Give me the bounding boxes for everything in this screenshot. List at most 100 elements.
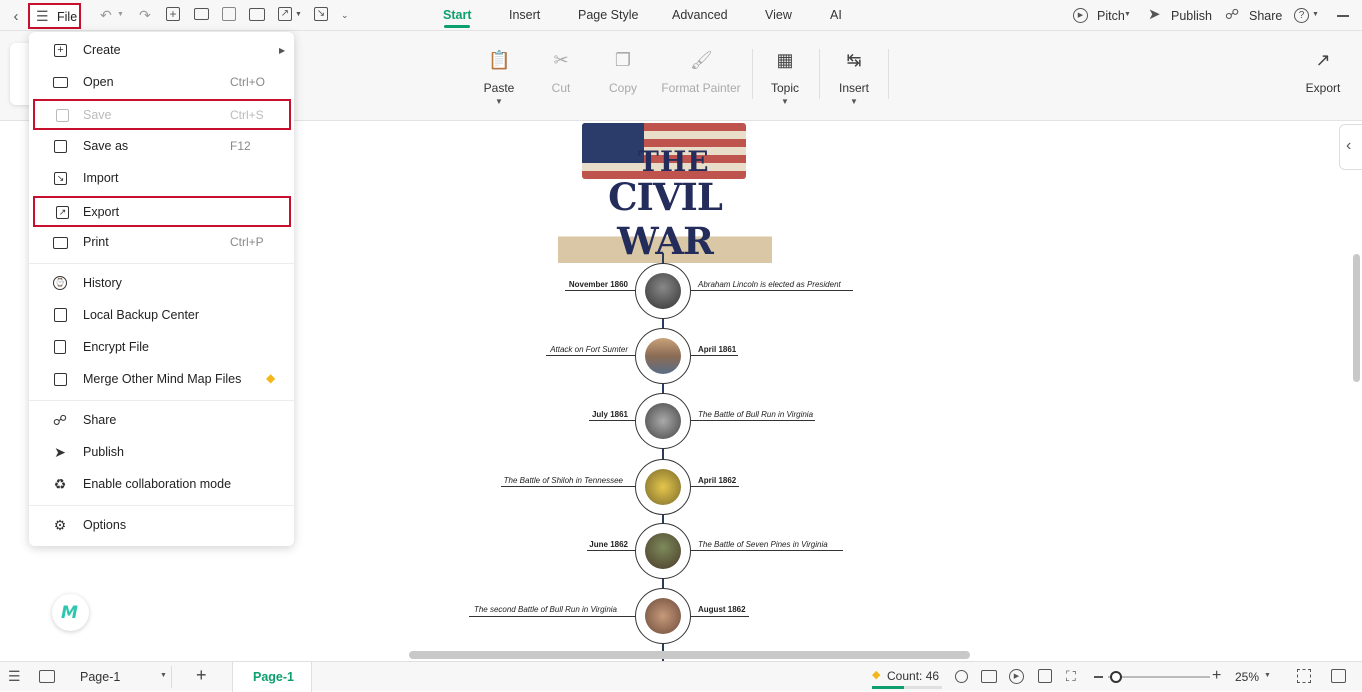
- menu-item-label: Print: [83, 235, 109, 249]
- zoom-in-icon[interactable]: +: [1212, 667, 1221, 685]
- export-ribbon-button[interactable]: ↗ Export: [1302, 49, 1344, 95]
- tab-advanced[interactable]: Advanced: [672, 0, 728, 31]
- event-date[interactable]: April 1862: [698, 476, 758, 485]
- top-toolbar: ‹ ☰ File ↶ ▼ ↷ + ↗ ▼ ↘ ⌄ Start Insert Pa…: [0, 0, 1362, 31]
- timeline-node[interactable]: [635, 523, 691, 579]
- event-description[interactable]: The second Battle of Bull Run in Virgini…: [462, 605, 617, 614]
- menu-item-label: Export: [83, 205, 120, 219]
- print-icon[interactable]: [249, 8, 265, 21]
- copy-icon: ❐: [614, 50, 632, 70]
- menu-item-open[interactable]: Open Ctrl+O: [29, 66, 294, 98]
- menu-item-options[interactable]: ⚙ Options: [29, 509, 294, 541]
- menu-item-label: Enable collaboration mode: [83, 477, 232, 491]
- connector-line: [565, 290, 635, 291]
- fullscreen-fit-icon[interactable]: ⛶: [1066, 669, 1076, 683]
- zoom-slider-handle[interactable]: [1110, 671, 1122, 683]
- event-date[interactable]: August 1862: [698, 605, 758, 614]
- timeline-node[interactable]: [635, 588, 691, 644]
- right-panel-toggle[interactable]: ‹: [1339, 124, 1362, 170]
- copy-label: Copy: [608, 81, 637, 95]
- copy-button[interactable]: ❐ Copy: [603, 49, 643, 95]
- menu-item-print[interactable]: Print Ctrl+P: [29, 226, 294, 258]
- menu-item-enable-collaboration[interactable]: ♻ Enable collaboration mode: [29, 468, 294, 500]
- event-description[interactable]: Attack on Fort Sumter: [510, 345, 628, 354]
- menu-item-local-backup-center[interactable]: Local Backup Center: [29, 299, 294, 331]
- book-view-icon[interactable]: [981, 670, 997, 683]
- panel-toggle-icon[interactable]: [39, 670, 55, 683]
- share-button[interactable]: ☍ Share: [1225, 7, 1282, 25]
- menu-item-create[interactable]: + Create ▶: [29, 34, 294, 66]
- timeline-node[interactable]: [635, 328, 691, 384]
- zoom-slider[interactable]: [1108, 671, 1210, 683]
- minimize-icon[interactable]: [1337, 15, 1349, 17]
- page-tab-active[interactable]: Page-1: [232, 662, 312, 692]
- menu-item-merge-files[interactable]: Merge Other Mind Map Files ◆: [29, 363, 294, 395]
- pitch-button[interactable]: ▶ Pitch ▼: [1073, 7, 1133, 25]
- menu-item-export[interactable]: ↗ Export: [33, 196, 291, 227]
- menu-item-import[interactable]: ↘ Import: [29, 162, 294, 194]
- file-menu-button[interactable]: ☰ File: [28, 3, 81, 29]
- menu-item-encrypt-file[interactable]: Encrypt File: [29, 331, 294, 363]
- ai-assistant-button[interactable]: M: [52, 594, 89, 631]
- connector-line: [589, 420, 635, 421]
- timeline-node[interactable]: [635, 393, 691, 449]
- menu-item-shortcut: Ctrl+O: [230, 75, 266, 89]
- event-date[interactable]: November 1860: [540, 280, 628, 289]
- event-date[interactable]: June 1862: [560, 540, 628, 549]
- zoom-caret-icon[interactable]: ▼: [1264, 672, 1271, 679]
- export-icon[interactable]: ↗: [278, 7, 292, 21]
- event-description[interactable]: The Battle of Bull Run in Virginia: [698, 410, 838, 419]
- save-icon[interactable]: [222, 7, 236, 21]
- undo-icon[interactable]: ↶: [100, 8, 112, 22]
- insert-button[interactable]: ↹ Insert ▼: [833, 49, 875, 106]
- count-gem-icon: ◆: [872, 669, 881, 681]
- collapse-panel-icon[interactable]: [1331, 669, 1346, 683]
- tab-insert[interactable]: Insert: [509, 0, 540, 31]
- timeline-node[interactable]: [635, 459, 691, 515]
- menu-item-publish[interactable]: ➤ Publish: [29, 436, 294, 468]
- back-icon[interactable]: ‹: [10, 8, 22, 24]
- menu-item-share[interactable]: ☍ Share: [29, 404, 294, 436]
- zoom-level[interactable]: 25%: [1235, 670, 1259, 684]
- fit-page-icon[interactable]: [1038, 669, 1052, 683]
- play-icon[interactable]: ▶: [1009, 669, 1024, 684]
- menu-item-save-as[interactable]: Save as F12: [29, 130, 294, 162]
- event-description[interactable]: Abraham Lincoln is elected as President: [698, 280, 858, 289]
- menu-item-label: History: [83, 276, 122, 290]
- format-painter-button[interactable]: 🖌 Format Painter: [660, 49, 742, 95]
- open-folder-icon[interactable]: [194, 8, 209, 20]
- event-date[interactable]: April 1861: [698, 345, 758, 354]
- more-caret-icon[interactable]: ⌄: [341, 10, 349, 21]
- outline-view-icon[interactable]: ☰: [8, 669, 21, 683]
- page-select[interactable]: Page-1 ▼: [72, 666, 172, 688]
- import-icon[interactable]: ↘: [314, 7, 328, 21]
- event-description[interactable]: The Battle of Shiloh in Tennessee: [490, 476, 623, 485]
- tab-view[interactable]: View: [765, 0, 792, 31]
- topic-button[interactable]: ▦ Topic ▼: [764, 49, 806, 106]
- connector-line: [691, 616, 749, 617]
- new-file-icon[interactable]: +: [166, 7, 180, 21]
- zoom-out-icon[interactable]: [1094, 676, 1103, 678]
- cut-button[interactable]: ✂ Cut: [543, 49, 579, 95]
- tab-ai[interactable]: AI: [830, 0, 842, 31]
- menu-item-history[interactable]: ⌚ History: [29, 267, 294, 299]
- vertical-scrollbar[interactable]: [1353, 254, 1360, 382]
- menu-item-save[interactable]: Save Ctrl+S: [33, 99, 291, 130]
- redo-icon[interactable]: ↷: [139, 8, 151, 22]
- timeline-node[interactable]: [635, 263, 691, 319]
- paste-button[interactable]: 📋 Paste ▼: [478, 49, 520, 106]
- export-caret-icon[interactable]: ▼: [295, 11, 302, 18]
- fullscreen-icon[interactable]: [1297, 669, 1311, 683]
- event-date[interactable]: July 1861: [560, 410, 628, 419]
- publish-button[interactable]: ➤ Publish: [1148, 7, 1212, 25]
- pitch-caret-icon: ▼: [1124, 11, 1131, 18]
- theme-icon[interactable]: [955, 670, 968, 683]
- tab-page-style[interactable]: Page Style: [578, 0, 638, 31]
- help-caret-icon[interactable]: ▼: [1312, 11, 1319, 18]
- horizontal-scrollbar[interactable]: [409, 651, 970, 659]
- event-description[interactable]: The Battle of Seven Pines in Virginia: [698, 540, 858, 549]
- tab-start[interactable]: Start: [443, 0, 471, 31]
- add-page-icon[interactable]: +: [196, 665, 207, 686]
- help-icon[interactable]: ?: [1294, 8, 1309, 23]
- undo-caret-icon[interactable]: ▼: [117, 11, 124, 18]
